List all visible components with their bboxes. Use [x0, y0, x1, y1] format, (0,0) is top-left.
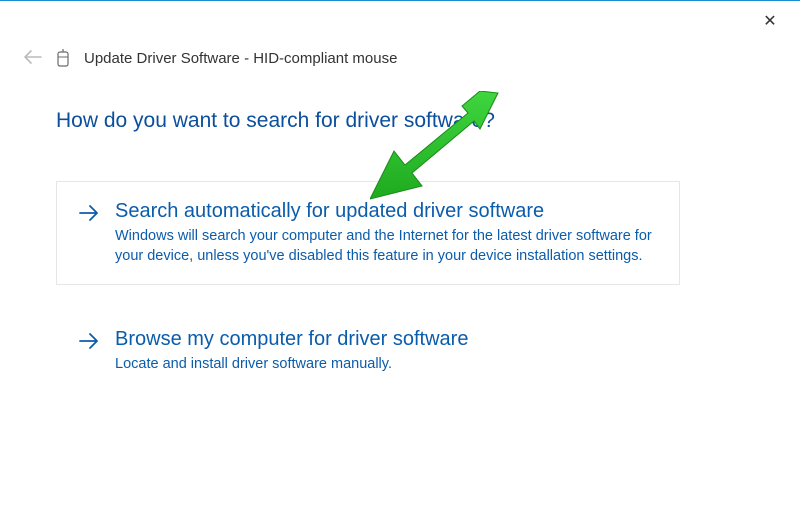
device-icon: [56, 49, 70, 67]
close-button[interactable]: ✕: [750, 7, 790, 35]
header-bar: Update Driver Software - HID-compliant m…: [24, 49, 397, 67]
option-desc: Locate and install driver software manua…: [115, 355, 657, 375]
option-title: Browse my computer for driver software: [115, 328, 657, 351]
option-title: Search automatically for updated driver …: [115, 200, 657, 223]
option-browse-computer[interactable]: Browse my computer for driver software L…: [56, 309, 680, 394]
breadcrumb: Update Driver Software - HID-compliant m…: [84, 50, 397, 67]
page-title: How do you want to search for driver sof…: [56, 109, 680, 133]
arrow-right-icon: [79, 202, 99, 230]
arrow-right-icon: [79, 330, 99, 358]
option-search-automatically[interactable]: Search automatically for updated driver …: [56, 181, 680, 285]
option-desc: Windows will search your computer and th…: [115, 227, 657, 266]
back-arrow-icon[interactable]: [24, 49, 42, 67]
close-icon: ✕: [763, 11, 776, 31]
